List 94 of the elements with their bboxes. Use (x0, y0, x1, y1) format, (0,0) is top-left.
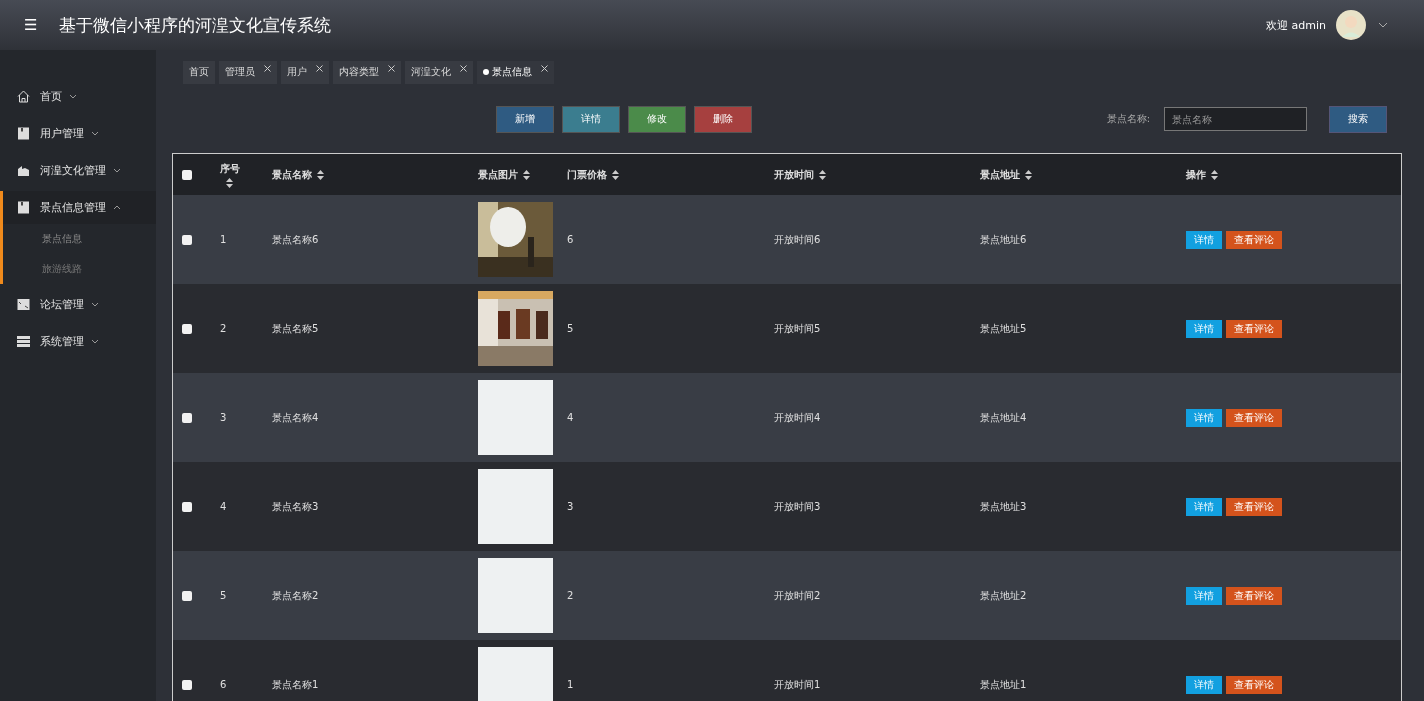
column-header[interactable]: 景点图片 (478, 167, 518, 182)
app-title: 基于微信小程序的河湟文化宣传系统 (59, 13, 332, 37)
close-icon[interactable] (541, 65, 548, 72)
sidebar-item[interactable]: 景点信息管理 (3, 191, 156, 224)
table-cell-text: 1 (219, 233, 228, 247)
chevron-down-icon[interactable] (1378, 22, 1388, 28)
table-cell-text: 开放时间3 (773, 499, 822, 514)
table-cell-text: 3 (219, 411, 228, 425)
table-cell-text: 景点地址3 (979, 499, 1028, 514)
sidebar-subitem[interactable]: 景点信息 (3, 224, 156, 254)
toolbar-button[interactable]: 删除 (694, 105, 752, 133)
toolbar-button[interactable]: 新增 (496, 105, 554, 133)
table-cell-text: 2 (219, 322, 228, 336)
comments-button[interactable]: 查看评论 (1226, 408, 1282, 427)
table-cell-text: 开放时间1 (773, 677, 822, 692)
comments-button[interactable]: 查看评论 (1226, 497, 1282, 516)
image-icon (17, 298, 30, 311)
table-cell-text: 6 (219, 678, 228, 692)
sort-icon[interactable] (612, 169, 619, 180)
column-header[interactable]: 开放时间 (774, 167, 814, 182)
checkbox[interactable] (182, 412, 192, 423)
table-cell-text: 6 (566, 233, 575, 247)
sort-icon[interactable] (1211, 169, 1218, 180)
tab[interactable]: 用户 (281, 61, 329, 84)
checkbox[interactable] (182, 679, 192, 690)
table-cell-text: 5 (219, 589, 228, 603)
checkbox[interactable] (182, 234, 192, 245)
table-cell-text: 景点名称6 (271, 232, 320, 247)
search-button[interactable]: 搜索 (1329, 105, 1387, 133)
menu-icon[interactable]: ☰ (24, 16, 38, 34)
home-icon (17, 90, 30, 103)
sort-icon[interactable] (226, 177, 233, 188)
search-label: 景点名称: (1106, 112, 1150, 126)
checkbox[interactable] (182, 590, 192, 601)
toolbar-button[interactable]: 详情 (562, 105, 620, 133)
table-cell-text: 开放时间4 (773, 410, 822, 425)
close-icon[interactable] (264, 65, 271, 72)
sort-icon[interactable] (317, 169, 324, 180)
table-cell-text: 景点地址4 (979, 410, 1028, 425)
table-cell-text: 景点地址5 (979, 321, 1028, 336)
sidebar-item[interactable]: 系统管理 (3, 325, 156, 358)
table-cell-text: 景点名称1 (271, 677, 320, 692)
bookmark-icon (17, 201, 30, 214)
table-cell-text: 开放时间2 (773, 588, 822, 603)
column-header[interactable]: 景点名称 (272, 167, 312, 182)
table-cell-text: 开放时间6 (773, 232, 822, 247)
tab[interactable]: 内容类型 (333, 61, 401, 84)
close-icon[interactable] (316, 65, 323, 72)
table-cell-text: 4 (566, 411, 575, 425)
checkbox[interactable] (182, 501, 192, 512)
table-cell-text: 景点地址1 (979, 677, 1028, 692)
checkbox[interactable] (182, 169, 192, 180)
table-cell-text: 5 (566, 322, 575, 336)
sidebar-item[interactable]: 河湟文化管理 (3, 154, 156, 187)
close-icon[interactable] (460, 65, 467, 72)
close-icon[interactable] (388, 65, 395, 72)
bookmark-icon (17, 127, 30, 140)
table-cell-text: 3 (566, 500, 575, 514)
sort-icon[interactable] (523, 169, 530, 180)
search-field[interactable]: 景点名称 (1164, 107, 1307, 131)
comments-button[interactable]: 查看评论 (1226, 586, 1282, 605)
sort-icon[interactable] (1025, 169, 1032, 180)
table-cell-text: 开放时间5 (773, 321, 822, 336)
comments-button[interactable]: 查看评论 (1226, 319, 1282, 338)
column-header[interactable]: 门票价格 (567, 167, 607, 182)
table-cell-text: 2 (566, 589, 575, 603)
tab[interactable]: 景点信息 (477, 61, 554, 84)
table-cell-text: 景点名称4 (271, 410, 320, 425)
chart-icon (17, 164, 30, 177)
comments-button[interactable]: 查看评论 (1226, 230, 1282, 249)
toolbar-button[interactable]: 修改 (628, 105, 686, 133)
table-cell-text: 景点名称2 (271, 588, 320, 603)
table-cell-text: 1 (566, 678, 575, 692)
table-cell-text: 景点名称3 (271, 499, 320, 514)
tab[interactable]: 河湟文化 (405, 61, 473, 84)
sort-icon[interactable] (819, 169, 826, 180)
tab[interactable]: 管理员 (219, 61, 277, 84)
column-header[interactable]: 序号 (220, 161, 240, 176)
table-cell-text: 4 (219, 500, 228, 514)
avatar-icon[interactable] (1336, 10, 1366, 40)
welcome-text: 欢迎 admin (1266, 17, 1326, 33)
sidebar-item[interactable]: 首页 (3, 80, 156, 113)
sidebar-item[interactable]: 用户管理 (3, 117, 156, 150)
sidebar-item[interactable]: 论坛管理 (3, 288, 156, 321)
list-icon (17, 335, 30, 348)
dot-icon (483, 69, 489, 75)
table-cell-text: 景点地址6 (979, 232, 1028, 247)
column-header[interactable]: 景点地址 (980, 167, 1020, 182)
tab[interactable]: 首页 (183, 61, 215, 84)
comments-button[interactable]: 查看评论 (1226, 675, 1282, 694)
table-cell-text: 景点地址2 (979, 588, 1028, 603)
checkbox[interactable] (182, 323, 192, 334)
column-header[interactable]: 操作 (1186, 167, 1206, 182)
table-cell-text: 景点名称5 (271, 321, 320, 336)
